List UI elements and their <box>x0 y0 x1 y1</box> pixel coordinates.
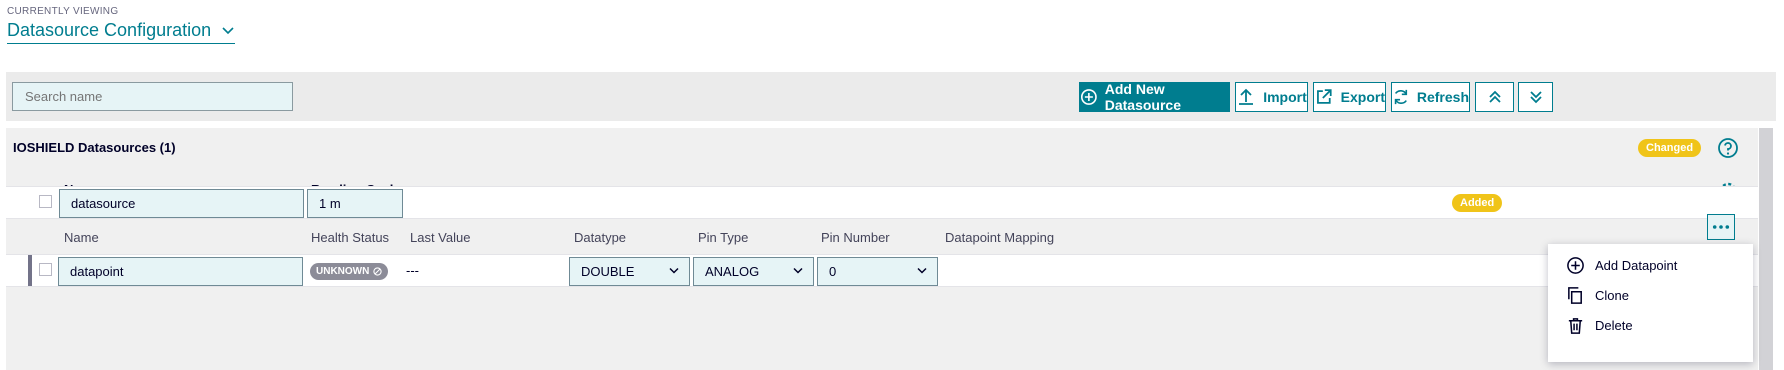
refresh-icon <box>1394 89 1408 105</box>
view-selector[interactable]: Datasource Configuration <box>7 20 236 44</box>
double-chevron-up-icon <box>1488 90 1501 103</box>
page-title: Datasource Configuration <box>7 20 212 40</box>
datatype-select[interactable]: DOUBLE <box>569 257 690 286</box>
plus-circle-icon <box>1567 257 1584 274</box>
unknown-icon <box>373 267 382 276</box>
row-indicator <box>28 255 32 286</box>
more-horizontal-icon <box>1712 225 1730 229</box>
upload-icon <box>1239 88 1254 105</box>
add-new-datasource-label: Add New Datasource <box>1104 81 1182 113</box>
panel-title: IOSHIELD Datasources (1) <box>13 140 176 155</box>
menu-item-clone[interactable]: Clone <box>1566 286 1629 305</box>
datatype-value: DOUBLE <box>581 264 635 279</box>
datasource-checkbox[interactable] <box>39 195 52 208</box>
currently-viewing: CURRENTLY VIEWING Datasource Configurati… <box>7 6 236 44</box>
refresh-button[interactable]: Refresh <box>1391 82 1470 112</box>
pin-number-value: 0 <box>829 264 837 279</box>
menu-item-delete[interactable]: Delete <box>1566 316 1633 335</box>
search-input[interactable] <box>12 82 293 111</box>
add-new-datasource-button[interactable]: Add New Datasource <box>1079 81 1230 113</box>
scrollbar[interactable] <box>1759 128 1773 370</box>
menu-label-clone: Clone <box>1595 288 1629 303</box>
chevron-down-icon <box>793 267 803 274</box>
menu-label-add: Add Datapoint <box>1595 258 1678 273</box>
double-chevron-down-icon <box>1529 91 1542 104</box>
expand-all-button[interactable] <box>1518 82 1553 112</box>
added-badge: Added <box>1452 194 1503 212</box>
context-menu: Add Datapoint Clone Delete <box>1548 244 1753 362</box>
menu-item-add-datapoint[interactable]: Add Datapoint <box>1566 256 1677 275</box>
dp-column-health: Health Status <box>311 230 390 245</box>
chevron-down-icon <box>222 26 234 34</box>
dp-column-datatype: Datatype <box>574 230 627 245</box>
export-button[interactable]: Export <box>1313 82 1386 112</box>
datasource-panel: IOSHIELD Datasources (1) Changed Name Re… <box>6 128 1758 370</box>
dp-column-mapping: Datapoint Mapping <box>945 230 1055 245</box>
health-status-badge: UNKNOWN <box>310 263 389 280</box>
dp-column-pin-type: Pin Type <box>698 230 749 245</box>
export-label: Export <box>1340 89 1385 105</box>
export-icon <box>1317 89 1332 104</box>
dp-column-name: Name <box>64 230 99 245</box>
pin-type-value: ANALOG <box>705 264 760 279</box>
changed-badge: Changed <box>1638 139 1702 157</box>
datasource-name-field[interactable]: datasource <box>59 189 304 218</box>
chevron-down-icon <box>917 267 927 274</box>
reading-cycle-field[interactable]: 1 m <box>307 189 403 218</box>
collapse-all-button[interactable] <box>1475 82 1514 112</box>
menu-label-delete: Delete <box>1595 318 1633 333</box>
trash-icon <box>1568 318 1583 334</box>
dp-column-last-value: Last Value <box>410 230 471 245</box>
health-status-label: UNKNOWN <box>316 266 370 277</box>
dp-column-pin-number: Pin Number <box>821 230 890 245</box>
pin-number-select[interactable]: 0 <box>817 257 938 286</box>
import-button[interactable]: Import <box>1235 82 1308 112</box>
datapoint-name-field[interactable]: datapoint <box>58 257 303 286</box>
copy-icon <box>1568 287 1582 304</box>
plus-circle-icon <box>1080 89 1097 105</box>
refresh-label: Refresh <box>1416 89 1469 105</box>
more-actions-button[interactable] <box>1707 214 1735 240</box>
help-icon[interactable] <box>1717 137 1739 159</box>
pin-type-select[interactable]: ANALOG <box>693 257 814 286</box>
datasource-row: datasource 1 m Added <box>6 186 1758 219</box>
chevron-down-icon <box>669 267 679 274</box>
datapoint-checkbox[interactable] <box>39 263 52 276</box>
import-label: Import <box>1263 89 1307 105</box>
last-value: --- <box>406 263 419 278</box>
viewing-label: CURRENTLY VIEWING <box>7 6 119 17</box>
toolbar: Add New Datasource Import Export Refresh <box>6 72 1776 121</box>
datapoint-row: datapoint UNKNOWN --- DOUBLE ANALOG 0 <box>6 254 1758 287</box>
